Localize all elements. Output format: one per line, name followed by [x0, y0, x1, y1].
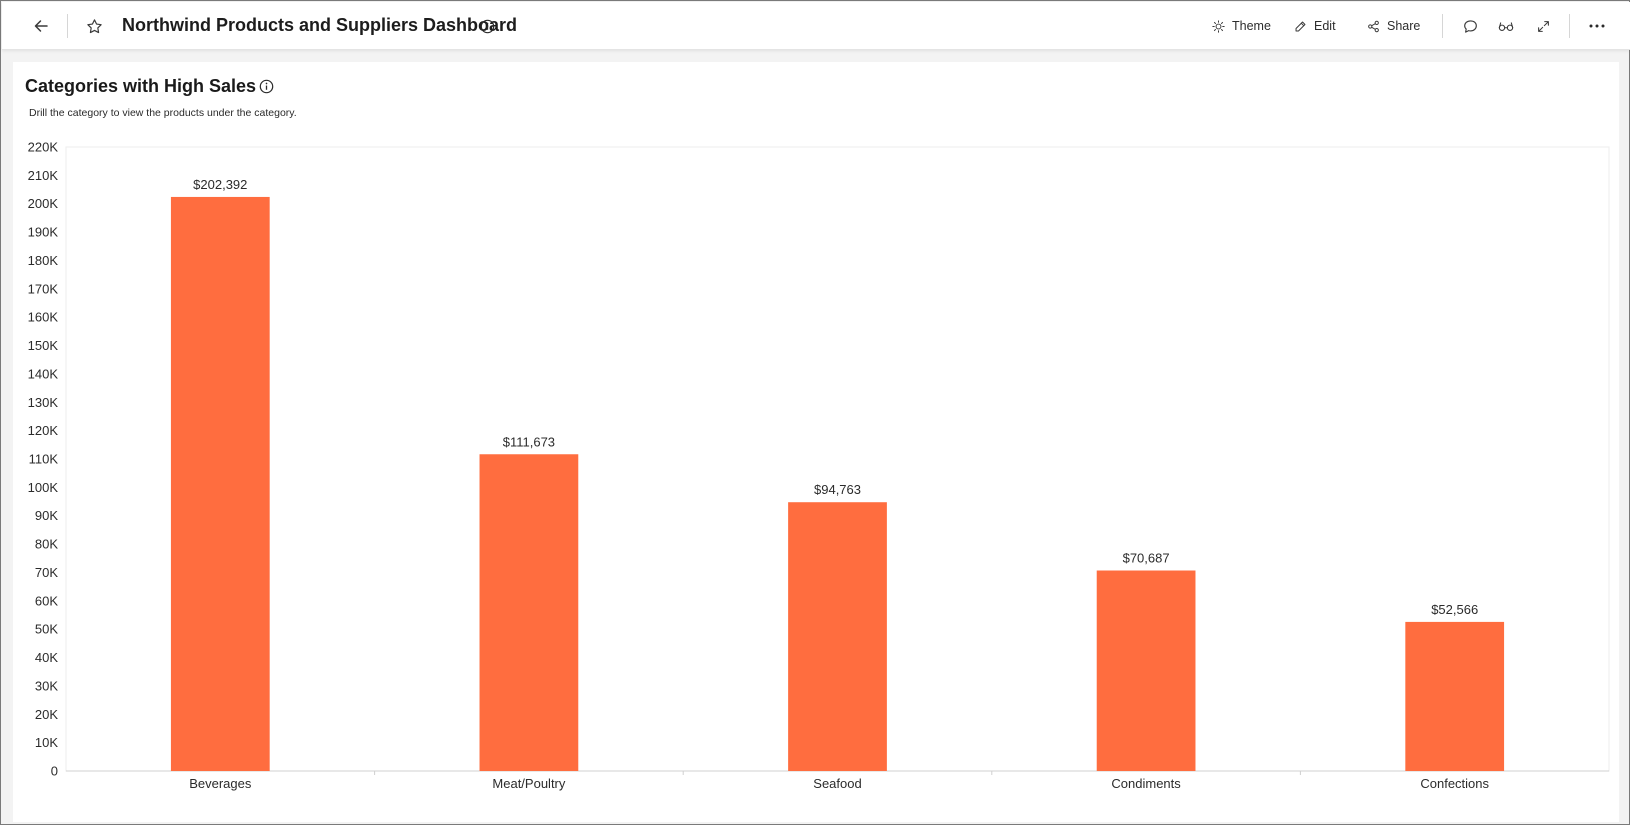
sun-icon [1212, 19, 1225, 33]
header-divider [67, 14, 68, 38]
bar-condiments[interactable] [1096, 570, 1196, 771]
y-tick-label: 90K [35, 508, 58, 523]
bar-seafood[interactable] [788, 502, 887, 771]
y-tick-label: 120K [28, 423, 59, 438]
info-icon [480, 19, 494, 33]
x-category-label: Beverages [189, 776, 252, 791]
data-label: $111,673 [503, 434, 555, 449]
bar-beverages[interactable] [170, 196, 270, 771]
bar-confections[interactable] [1405, 621, 1505, 771]
more-options-button[interactable] [1583, 11, 1611, 41]
y-tick-label: 150K [28, 338, 59, 353]
y-tick-label: 140K [28, 366, 59, 381]
x-category-label: Seafood [813, 776, 861, 791]
edit-button[interactable]: Edit [1294, 14, 1336, 38]
data-label: $202,392 [193, 177, 247, 192]
y-tick-label: 20K [35, 707, 58, 722]
y-tick-label: 190K [28, 225, 59, 240]
y-tick-label: 180K [28, 253, 59, 268]
y-tick-label: 210K [28, 168, 59, 183]
favorite-button[interactable] [81, 11, 107, 41]
data-label: $52,566 [1431, 602, 1478, 617]
y-tick-label: 110K [29, 452, 59, 467]
bar-meat-poultry[interactable] [479, 454, 579, 771]
dashboard-header: Northwind Products and Suppliers Dashboa… [2, 2, 1630, 50]
y-tick-label: 0 [51, 764, 58, 779]
y-tick-label: 50K [35, 622, 58, 637]
share-button-label: Share [1387, 19, 1421, 33]
comment-button[interactable] [1457, 11, 1483, 41]
y-tick-label: 70K [35, 565, 58, 580]
data-label: $70,687 [1123, 551, 1170, 566]
edit-button-label: Edit [1314, 19, 1336, 33]
header-divider [1569, 14, 1570, 38]
chart-card: Categories with High Sales Drill the cat… [13, 62, 1619, 822]
y-tick-label: 60K [35, 593, 58, 608]
glasses-icon [1498, 22, 1514, 31]
presentation-mode-button[interactable] [1493, 11, 1519, 41]
x-category-label: Confections [1420, 776, 1489, 791]
share-button[interactable]: Share [1367, 14, 1420, 38]
y-tick-label: 160K [28, 310, 59, 325]
pencil-icon [1295, 21, 1306, 31]
theme-button-label: Theme [1232, 19, 1271, 33]
back-button[interactable] [28, 11, 54, 41]
theme-button[interactable]: Theme [1212, 14, 1271, 38]
share-icon [1368, 20, 1379, 32]
arrow-left-icon [34, 20, 48, 32]
y-tick-label: 200K [28, 196, 59, 211]
expand-icon [1537, 20, 1549, 32]
bar-chart: 0 10K 20K 30K 40K 50K 60K 70K 80K 90K 100K 110K 120K… [28, 140, 1610, 791]
y-tick-label: 170K [28, 281, 59, 296]
y-tick-label: 30K [35, 678, 58, 693]
x-category-label: Condiments [1111, 776, 1181, 791]
star-icon [86, 18, 102, 33]
data-label: $94,763 [814, 482, 861, 497]
dashboard-title: Northwind Products and Suppliers Dashboa… [122, 15, 518, 35]
y-tick-label: 40K [35, 650, 58, 665]
more-dots-icon [1589, 24, 1605, 28]
x-category-label: Meat/Poultry [492, 776, 565, 791]
comment-icon [1463, 19, 1477, 33]
app-frame: Northwind Products and Suppliers Dashboa… [0, 0, 1630, 825]
y-tick-label: 10K [35, 735, 58, 750]
y-tick-label: 100K [28, 480, 59, 495]
y-tick-label: 80K [35, 537, 58, 552]
header-divider [1442, 14, 1443, 38]
fullscreen-button[interactable] [1530, 11, 1556, 41]
dashboard-info-button[interactable] [476, 11, 498, 41]
y-tick-label: 220K [28, 140, 59, 155]
y-tick-label: 130K [28, 395, 59, 410]
